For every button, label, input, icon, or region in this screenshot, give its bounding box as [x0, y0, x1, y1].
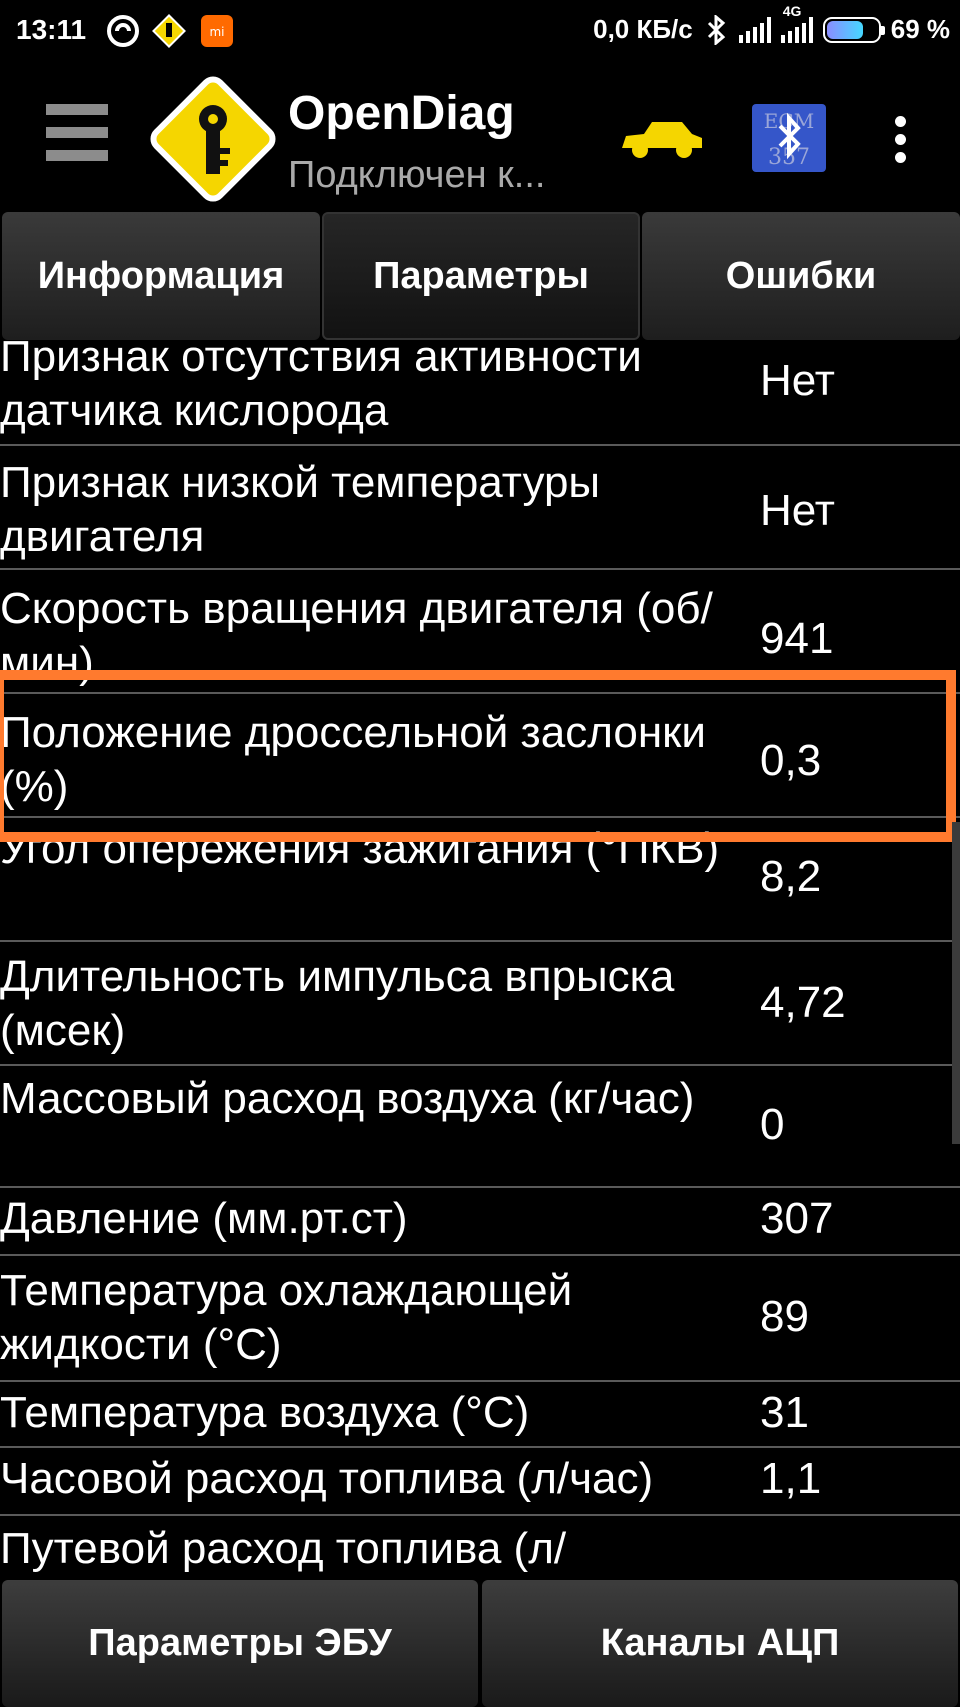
ecu-params-button[interactable]: Параметры ЭБУ	[2, 1580, 478, 1707]
status-time: 13:11	[16, 14, 87, 45]
param-value: 0,0	[760, 1570, 821, 1580]
mi-icon: mi	[201, 15, 233, 47]
param-value: 8,2	[760, 852, 822, 901]
param-label: Температура воздуха (°С)	[0, 1388, 530, 1437]
param-label: Часовой расход топлива (л/час)	[0, 1454, 654, 1503]
status-right: 0,0 КБ/с 4G 69 %	[593, 3, 950, 45]
network-speed: 0,0 КБ/с	[593, 14, 693, 44]
param-label: Температура охлаждающей жидкости (°С)	[0, 1266, 573, 1369]
bluetooth-icon	[707, 14, 725, 45]
battery-percent: 69 %	[890, 14, 950, 44]
parameter-list[interactable]: Признак отсутствия активности датчика ки…	[0, 340, 960, 1580]
tab-label: Параметры	[373, 254, 589, 297]
car-icon[interactable]	[616, 114, 706, 164]
param-value: Нет	[760, 486, 835, 535]
ecm-bluetooth-icon[interactable]: ECM 357	[752, 104, 826, 172]
tab-bar: Информация Параметры Ошибки	[0, 212, 960, 340]
param-value: 941	[760, 614, 834, 663]
param-value: 4,72	[760, 978, 846, 1027]
adc-channels-button[interactable]: Каналы АЦП	[482, 1580, 958, 1707]
button-label: Каналы АЦП	[600, 1622, 840, 1664]
app-title: OpenDiag	[288, 87, 515, 140]
param-value: 31	[760, 1388, 809, 1437]
param-value: 307	[760, 1194, 834, 1243]
app-logo-icon	[150, 76, 276, 202]
road-sign-icon	[152, 14, 186, 48]
highlight-frame	[0, 670, 956, 842]
param-value: 89	[760, 1292, 809, 1341]
battery-icon	[822, 16, 885, 43]
list-item[interactable]: Массовый расход воздуха (кг/час) 0	[0, 1066, 960, 1188]
param-label: Признак низкой температуры двигателя	[0, 458, 601, 561]
tab-info[interactable]: Информация	[2, 212, 320, 340]
list-item[interactable]: Часовой расход топлива (л/час) 1,1	[0, 1448, 960, 1516]
param-label: Путевой расход топлива (л/	[0, 1524, 567, 1573]
button-label: Параметры ЭБУ	[88, 1622, 392, 1664]
list-item[interactable]: Признак отсутствия активности датчика ки…	[0, 340, 960, 446]
param-value: 0	[760, 1100, 785, 1149]
list-item[interactable]: Длительность импульса впрыска (мсек) 4,7…	[0, 942, 960, 1066]
app-toolbar: OpenDiag Подключен к... ECM 357	[0, 68, 960, 208]
tab-label: Информация	[37, 254, 285, 297]
param-label: Массовый расход воздуха (кг/час)	[0, 1074, 695, 1123]
list-item[interactable]: Давление (мм.рт.ст) 307	[0, 1188, 960, 1256]
param-label: Длительность импульса впрыска (мсек)	[0, 952, 675, 1055]
chat-icon	[107, 15, 139, 47]
param-label: Давление (мм.рт.ст)	[0, 1194, 408, 1243]
menu-icon[interactable]	[46, 104, 108, 170]
param-value: Нет	[760, 356, 835, 405]
param-label: Признак отсутствия активности датчика ки…	[0, 340, 642, 435]
list-item[interactable]: Температура охлаждающей жидкости (°С) 89	[0, 1256, 960, 1382]
signal-4g-icon: 4G	[780, 3, 813, 43]
overflow-menu-icon[interactable]	[890, 116, 910, 164]
list-item[interactable]: Путевой расход топлива (л/ 0,0	[0, 1516, 960, 1580]
tab-errors[interactable]: Ошибки	[642, 212, 960, 340]
list-item[interactable]: Температура воздуха (°С) 31	[0, 1382, 960, 1448]
param-value: 1,1	[760, 1454, 822, 1503]
tab-params[interactable]: Параметры	[322, 212, 640, 340]
list-item[interactable]: Признак низкой температуры двигателя Нет	[0, 446, 960, 570]
signal-icon	[738, 16, 771, 43]
network-type: 4G	[782, 2, 802, 19]
svg-text:mi: mi	[209, 25, 224, 39]
status-bar: 13:11 mi 0,0 КБ/с 4G 69 %	[0, 0, 960, 68]
list-scrollbar[interactable]	[952, 822, 960, 1144]
connection-status: Подключен к...	[288, 154, 546, 196]
tab-label: Ошибки	[725, 254, 877, 297]
